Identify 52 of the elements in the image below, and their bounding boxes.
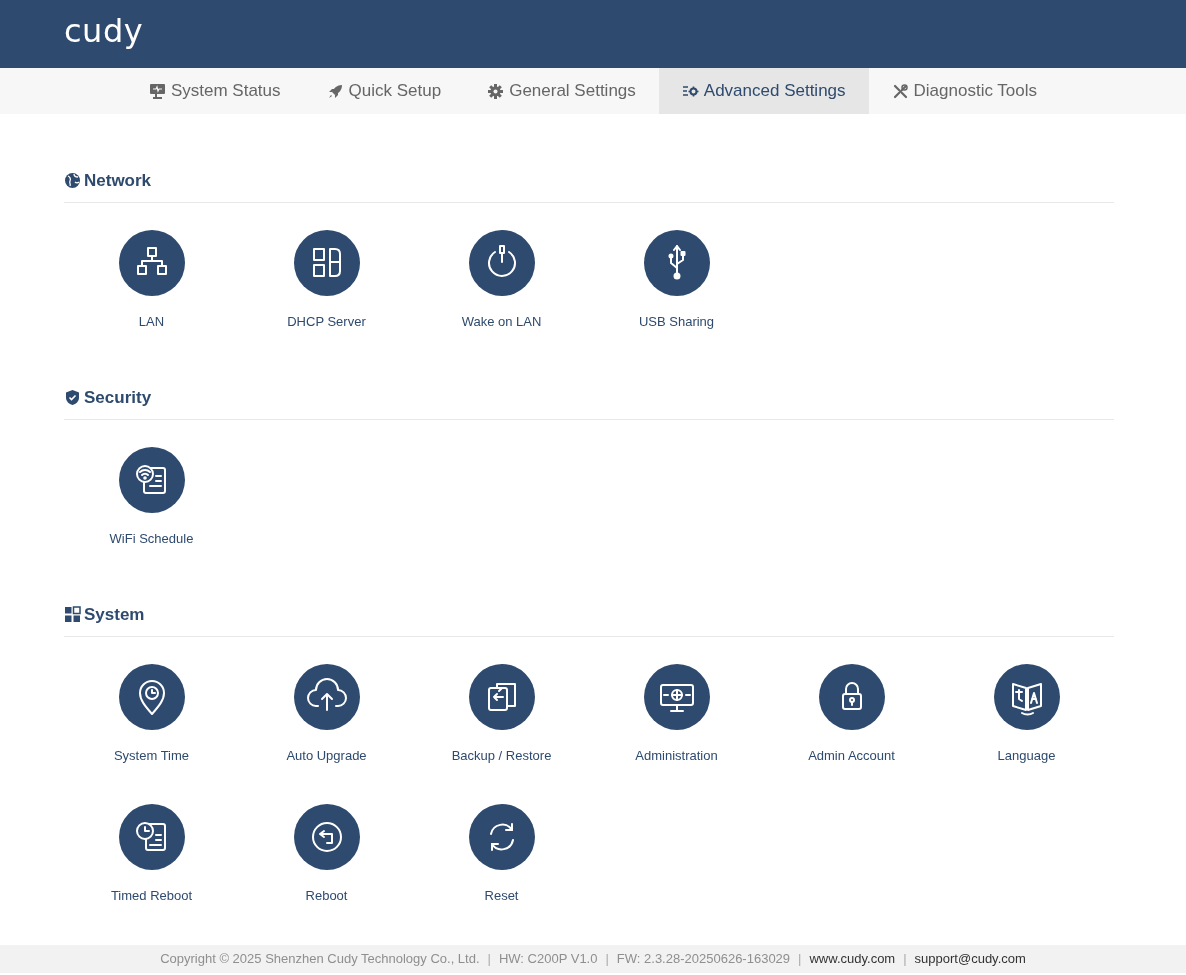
footer-separator: | xyxy=(605,950,609,969)
rocket-icon xyxy=(326,82,344,100)
feature-label[interactable]: Backup / Restore xyxy=(451,745,552,765)
feature-label[interactable]: System Time xyxy=(113,745,190,765)
translate-book-icon[interactable] xyxy=(993,663,1060,730)
settings-icon xyxy=(487,82,505,100)
backup-files-icon[interactable] xyxy=(468,663,535,730)
nav-tab[interactable]: System Status xyxy=(125,68,304,114)
usb-icon[interactable] xyxy=(643,229,710,296)
footer-text: Copyright © 2025 Shenzhen Cudy Technology Co., Ltd. xyxy=(160,950,480,969)
footer-link[interactable]: support@cudy.com xyxy=(914,949,1026,969)
cudy-logo: cudy xyxy=(64,15,144,47)
nav-tab[interactable]: Quick Setup xyxy=(303,68,465,114)
feature-label[interactable]: Language xyxy=(997,745,1056,765)
globe-icon xyxy=(64,172,81,190)
grid-icon xyxy=(64,606,81,624)
feature-label[interactable]: Wake on LAN xyxy=(461,311,542,331)
section-title: Network xyxy=(84,170,152,192)
footer-separator: | xyxy=(798,950,802,969)
feature-label[interactable]: WiFi Schedule xyxy=(109,528,194,548)
clock-document-icon[interactable] xyxy=(118,804,185,870)
feature-label[interactable]: Timed Reboot xyxy=(110,886,193,906)
feature-label[interactable]: LAN xyxy=(138,311,165,331)
section-title: System xyxy=(84,604,145,626)
feature-label[interactable]: DHCP Server xyxy=(287,311,366,331)
feature-label[interactable]: Auto Upgrade xyxy=(286,745,367,765)
wifi-document-icon[interactable] xyxy=(118,446,185,513)
footer-text: FW: 2.3.28-20250626-163029 xyxy=(616,950,791,969)
shield-check-icon xyxy=(64,389,81,407)
lan-icon[interactable] xyxy=(118,229,185,296)
footer-separator: | xyxy=(903,950,907,969)
monitor-icon xyxy=(148,82,166,100)
power-plug-icon[interactable] xyxy=(468,229,535,296)
section-title: Security xyxy=(84,387,152,409)
refresh-icon[interactable] xyxy=(468,804,535,870)
padlock-icon[interactable] xyxy=(818,663,885,730)
nav-tab[interactable]: Diagnostic Tools xyxy=(868,68,1061,114)
nav-tab[interactable]: Advanced Settings xyxy=(658,68,869,114)
footer-separator: | xyxy=(487,950,491,969)
nav-tab[interactable]: General Settings xyxy=(464,68,659,114)
monitor-globe-icon[interactable] xyxy=(643,663,710,730)
feature-label[interactable]: USB Sharing xyxy=(638,311,715,331)
tools-icon xyxy=(891,82,909,100)
feature-label[interactable]: Admin Account xyxy=(808,745,895,765)
dhcp-icon[interactable] xyxy=(293,229,360,296)
footer-link[interactable]: www.cudy.com xyxy=(809,949,896,969)
cloud-upload-icon[interactable] xyxy=(293,663,360,730)
feature-label[interactable]: Reboot xyxy=(305,886,348,906)
feature-label[interactable]: Reset xyxy=(484,886,519,906)
feature-label[interactable]: Administration xyxy=(635,745,718,765)
location-clock-icon[interactable] xyxy=(118,663,185,730)
footer-text: HW: C200P V1.0 xyxy=(498,950,598,969)
